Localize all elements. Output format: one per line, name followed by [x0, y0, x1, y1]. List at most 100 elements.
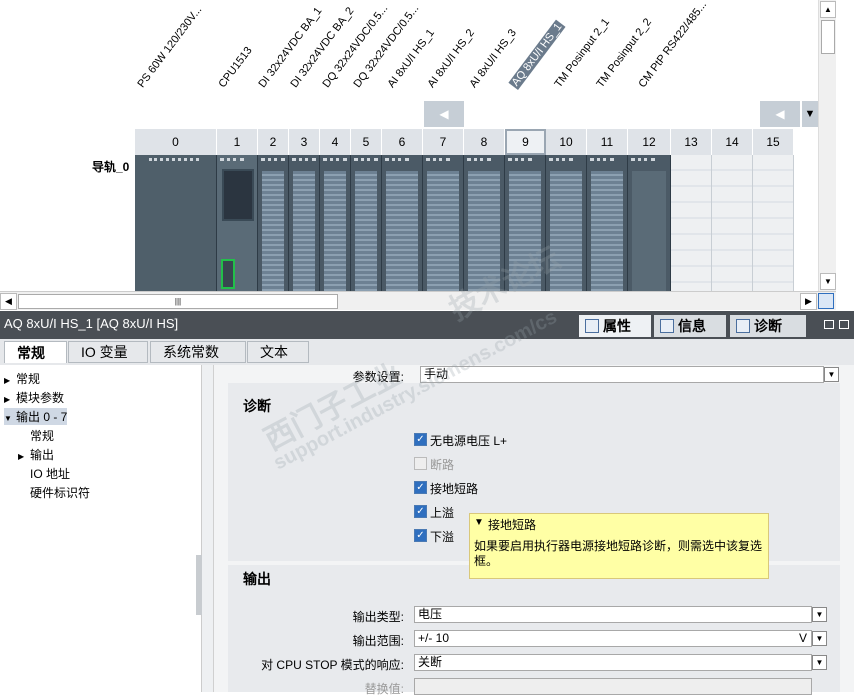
- slot-header[interactable]: 4: [320, 129, 351, 155]
- checkbox[interactable]: ✓: [414, 481, 427, 494]
- horizontal-scrollbar[interactable]: ◀ ||| ▶: [0, 291, 836, 310]
- slot-header[interactable]: 5: [351, 129, 382, 155]
- rack-module[interactable]: [217, 155, 258, 291]
- tree-item[interactable]: ▼ 输出 0 - 7: [4, 408, 68, 425]
- rack-module: [753, 155, 794, 291]
- splitter-handle[interactable]: [196, 555, 202, 615]
- slot-header[interactable]: 7: [423, 129, 464, 155]
- device-view: PS 60W 120/230V... CPU1513 DI 32x24VDC BA_…: [0, 0, 854, 310]
- scroll-right-icon[interactable]: ▶: [800, 293, 817, 310]
- checkbox[interactable]: ✓: [414, 433, 427, 446]
- tab-system-constants[interactable]: 系统常数: [150, 341, 246, 363]
- slot-header[interactable]: 9: [505, 129, 546, 155]
- overview-icon[interactable]: [818, 293, 834, 309]
- rack-module[interactable]: [628, 155, 671, 291]
- rack-module[interactable]: [382, 155, 423, 291]
- tooltip: ▼ 接地短路 如果要启用执行器电源接地短路诊断，则需选中该复选框。: [469, 513, 769, 579]
- maximize-icon[interactable]: [839, 320, 849, 329]
- output-type-select[interactable]: 电压: [414, 606, 812, 623]
- tree-item-label: 硬件标识符: [30, 486, 91, 500]
- rack-module[interactable]: [135, 155, 217, 291]
- scroll-down-icon[interactable]: ▼: [820, 273, 836, 290]
- output-range-select[interactable]: +/- 10 V: [414, 630, 812, 647]
- checkbox-label: 断路: [430, 458, 455, 472]
- slot-header[interactable]: 10: [546, 129, 587, 155]
- tab-io-tags[interactable]: IO 变量: [68, 341, 148, 363]
- checkbox-label: 无电源电压 L+: [430, 434, 508, 448]
- slot-header[interactable]: 11: [587, 129, 628, 155]
- rack-module[interactable]: [258, 155, 289, 291]
- slot-header[interactable]: 1: [217, 129, 258, 155]
- restore-icon[interactable]: [824, 320, 834, 329]
- scroll-thumb-h[interactable]: |||: [18, 294, 338, 309]
- chevron-down-icon[interactable]: ▼: [824, 367, 839, 382]
- tree-item-label: 常规: [30, 429, 55, 443]
- module-label[interactable]: CM PtP RS422/485...: [636, 0, 709, 90]
- vertical-scrollbar[interactable]: ▲ ▼: [818, 0, 836, 291]
- tree-item[interactable]: IO 地址: [18, 465, 70, 482]
- chevron-down-icon[interactable]: ▼: [812, 631, 827, 646]
- tree-item[interactable]: 常规: [18, 427, 54, 444]
- rack-module: [712, 155, 753, 291]
- tree-expander-icon[interactable]: ▶: [4, 376, 16, 385]
- slot-header[interactable]: 13: [671, 129, 712, 155]
- module-led-strip: [354, 158, 378, 164]
- rack-module[interactable]: [351, 155, 382, 291]
- scroll-left-arrow-icon[interactable]: ◀: [424, 101, 464, 127]
- rack-module[interactable]: [423, 155, 464, 291]
- substitute-value-field[interactable]: [414, 678, 812, 695]
- info-icon: [660, 319, 674, 333]
- slot-header[interactable]: 15: [753, 129, 794, 155]
- tab-properties[interactable]: 属性: [579, 315, 651, 337]
- tree-item[interactable]: ▶ 模块参数: [4, 389, 64, 406]
- tree-item[interactable]: ▶ 输出: [18, 446, 54, 463]
- rack-module[interactable]: [289, 155, 320, 291]
- property-tabs: 常规 IO 变量 系统常数 文本: [0, 339, 854, 365]
- tab-diagnostics[interactable]: 诊断: [730, 315, 806, 337]
- checkbox[interactable]: ✓: [414, 505, 427, 518]
- output-heading: 输出: [243, 571, 271, 587]
- slot-header[interactable]: 8: [464, 129, 505, 155]
- checkbox[interactable]: [414, 457, 427, 470]
- tree-expander-icon[interactable]: ▶: [18, 452, 30, 461]
- cpu-stop-select[interactable]: 关断: [414, 654, 812, 671]
- slot-header[interactable]: 6: [382, 129, 423, 155]
- slot-header[interactable]: 0: [135, 129, 217, 155]
- profinet-port-icon[interactable]: [221, 259, 235, 289]
- module-terminal-strip: [632, 171, 666, 291]
- rack-module[interactable]: [320, 155, 351, 291]
- module-terminal-strip: [324, 171, 346, 291]
- tree-item-label: 常规: [16, 372, 41, 386]
- slot-header[interactable]: 3: [289, 129, 320, 155]
- slot-header[interactable]: 12: [628, 129, 671, 155]
- checkbox[interactable]: ✓: [414, 529, 427, 542]
- rack-module: [671, 155, 712, 291]
- scroll-up-icon[interactable]: ▲: [820, 1, 836, 18]
- module-label[interactable]: PS 60W 120/230V...: [135, 4, 204, 90]
- splitter[interactable]: [196, 365, 214, 692]
- module-label[interactable]: CPU1513: [216, 45, 254, 90]
- navigation-tree: ▶ 常规 ▶ 模块参数 ▼ 输出 0 - 7 常规 ▶ 输出 IO 地址 硬件标识符: [0, 365, 202, 692]
- tree-expander-icon[interactable]: ▼: [4, 414, 16, 423]
- slot-header[interactable]: 14: [712, 129, 753, 155]
- tree-expander-icon[interactable]: ▶: [4, 395, 16, 404]
- scroll-left-icon[interactable]: ◀: [0, 293, 17, 310]
- tab-texts[interactable]: 文本: [247, 341, 309, 363]
- tree-item[interactable]: 硬件标识符: [18, 484, 90, 501]
- module-led-strip: [220, 158, 244, 164]
- rack-module[interactable]: [587, 155, 628, 291]
- chevron-down-icon[interactable]: ▼: [812, 607, 827, 622]
- scroll-left-arrow-icon-2[interactable]: ◀: [760, 101, 800, 127]
- cpu-display-icon: [222, 169, 254, 221]
- tab-info[interactable]: 信息: [654, 315, 726, 337]
- side-panel-edge: [836, 0, 854, 310]
- chevron-down-icon[interactable]: ▼: [812, 655, 827, 670]
- tab-general[interactable]: 常规: [4, 341, 67, 363]
- expand-arrow-icon[interactable]: ▼: [802, 101, 818, 127]
- slot-header[interactable]: 2: [258, 129, 289, 155]
- module-terminal-strip: [591, 171, 623, 291]
- module-terminal-strip: [262, 171, 284, 291]
- tooltip-body: 如果要启用执行器电源接地短路诊断，则需选中该复选框。: [474, 539, 763, 568]
- scroll-thumb[interactable]: [821, 20, 835, 54]
- tree-item[interactable]: ▶ 常规: [4, 370, 40, 387]
